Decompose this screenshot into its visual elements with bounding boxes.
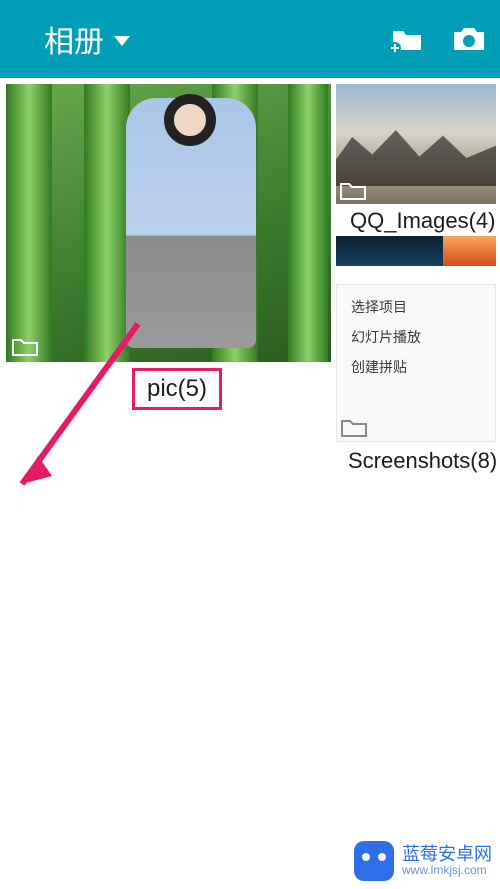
folder-icon <box>340 180 366 200</box>
app-title: 相册 <box>44 17 104 61</box>
folder-icon <box>12 336 38 356</box>
album-qq-thumbnail <box>336 84 496 204</box>
menu-item-slideshow[interactable]: 幻灯片播放 <box>351 327 487 347</box>
album-pic[interactable]: pic(5) <box>6 84 331 362</box>
watermark-name: 蓝莓安卓网 <box>402 845 492 865</box>
album-qq-extra-thumbs <box>336 236 496 266</box>
album-screenshots-thumbnail: 选择项目 幻灯片播放 创建拼贴 <box>336 284 496 442</box>
context-menu: 选择项目 幻灯片播放 创建拼贴 <box>351 297 487 377</box>
menu-item-select[interactable]: 选择项目 <box>351 297 487 317</box>
watermark-url: www.lmkjsj.com <box>402 864 492 877</box>
album-screenshots-label: Screenshots(8) <box>336 442 496 474</box>
menu-item-collage[interactable]: 创建拼贴 <box>351 357 487 377</box>
watermark: 蓝莓安卓网 www.lmkjsj.com <box>354 841 492 881</box>
album-qq-label: QQ_Images(4) <box>336 204 496 236</box>
camera-icon[interactable] <box>452 25 486 53</box>
action-bar <box>390 25 486 53</box>
dropdown-icon <box>114 36 130 46</box>
watermark-logo-icon <box>354 841 394 881</box>
album-pic-thumbnail <box>6 84 331 362</box>
folder-icon <box>341 417 367 437</box>
album-pic-label: pic(5) <box>132 368 222 410</box>
app-bar: 相册 <box>0 0 500 78</box>
add-folder-icon[interactable] <box>390 25 424 53</box>
album-qq-images[interactable]: QQ_Images(4) <box>336 84 496 266</box>
album-selector[interactable]: 相册 <box>14 17 390 61</box>
album-grid: pic(5) QQ_Images(4) 选择项目 幻灯片播放 创建拼贴 <box>0 78 500 84</box>
album-screenshots[interactable]: 选择项目 幻灯片播放 创建拼贴 Screenshots(8) <box>336 284 496 474</box>
